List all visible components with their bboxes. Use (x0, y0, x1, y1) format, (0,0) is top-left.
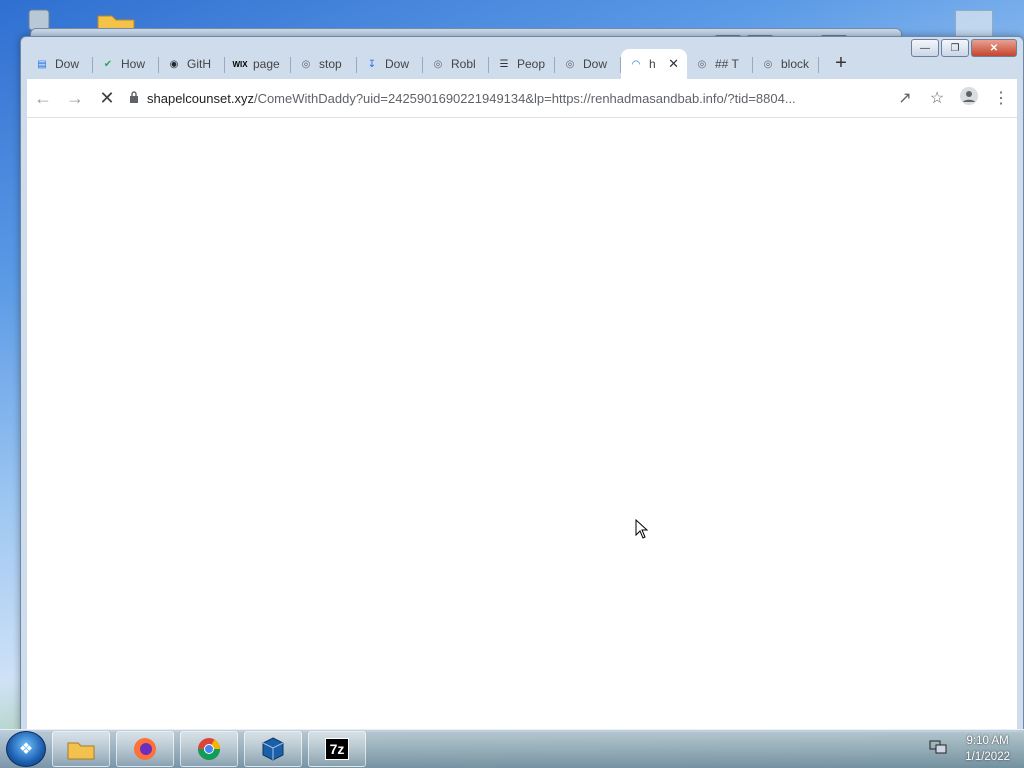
tab-7[interactable]: ◎ Robl (423, 49, 489, 79)
bookmark-button[interactable]: ☆ (921, 82, 953, 114)
globe-icon: ◎ (763, 58, 773, 70)
tab-title: Dow (55, 57, 80, 71)
tab-strip: ▤ Dow ✔ How ◉ GitH WIX page ◎ stop ↧ Dow ◎ Robl ☰ Peop ◎… (27, 45, 963, 79)
people-icon: ☰ (499, 58, 509, 70)
mouse-cursor-icon (635, 519, 649, 539)
menu-button[interactable]: ⋮ (985, 82, 1017, 114)
tab-title: GitH (187, 57, 211, 71)
system-tray: 9:10 AM 1/1/2022 (929, 730, 1024, 768)
close-button[interactable]: ✕ (971, 39, 1017, 57)
windows-logo-icon: ❖ (18, 741, 34, 758)
back-arrow-icon: ← (34, 87, 52, 108)
profile-button[interactable] (953, 82, 985, 114)
download-icon: ↧ (367, 58, 377, 70)
browser-window: — ❐ ✕ ▤ Dow ✔ How ◉ GitH WIX page ◎ stop ↧ Dow ◎ Robl… (20, 36, 1024, 733)
tab-title: Dow (583, 57, 608, 71)
tab-title: How (121, 57, 146, 71)
close-icon: ✕ (989, 42, 999, 54)
forward-arrow-icon: → (66, 87, 84, 108)
taskbar-file-explorer[interactable] (52, 731, 110, 767)
tab-title: ## T (715, 57, 739, 71)
tab-title: Robl (451, 57, 476, 71)
taskbar-virtualbox[interactable] (244, 731, 302, 767)
tab-3[interactable]: ◉ GitH (159, 49, 225, 79)
firefox-icon (134, 738, 156, 760)
clock-date: 1/1/2022 (965, 751, 1010, 763)
tab-4[interactable]: WIX page (225, 49, 291, 79)
tab-title: h (649, 57, 656, 71)
start-button[interactable]: ❖ (6, 731, 46, 767)
taskbar: ❖ 7z 9:10 AM 1/1/2022 (0, 729, 1024, 768)
7zip-icon: 7z (324, 738, 350, 760)
tab-8[interactable]: ☰ Peop (489, 49, 555, 79)
tab-11[interactable]: ◎ ## T (687, 49, 753, 79)
lock-icon[interactable] (129, 90, 139, 106)
tab-1[interactable]: ▤ Dow (27, 49, 93, 79)
address-bar[interactable]: shapelcounset.xyz/ComeWithDaddy?uid=2425… (123, 83, 889, 113)
clock-time: 9:10 AM (966, 735, 1009, 747)
back-button[interactable]: ← (27, 82, 59, 114)
globe-icon: ◎ (565, 58, 575, 70)
shield-check-icon: ✔ (103, 58, 113, 70)
virtualbox-icon (262, 737, 284, 761)
clock[interactable]: 9:10 AM 1/1/2022 (965, 733, 1010, 765)
taskbar-firefox[interactable] (116, 731, 174, 767)
chart-icon: ▤ (37, 58, 47, 70)
wix-icon: WIX (232, 59, 248, 69)
github-icon: ◉ (169, 58, 179, 70)
file-explorer-icon (67, 742, 95, 760)
loading-spinner-icon: ◠ (631, 58, 641, 70)
tab-title: Dow (385, 57, 410, 71)
network-icon[interactable] (929, 739, 947, 760)
profile-icon (960, 86, 978, 110)
kebab-menu-icon: ⋮ (993, 90, 1009, 107)
share-button[interactable]: ↗ (889, 82, 921, 114)
tab-title: Peop (517, 57, 546, 71)
star-icon: ☆ (929, 90, 945, 107)
url-path: /ComeWithDaddy?uid=2425901690221949134&l… (253, 90, 796, 106)
new-tab-button[interactable]: + (827, 49, 855, 77)
plus-icon: + (835, 51, 847, 74)
taskbar-7zip[interactable]: 7z (308, 731, 366, 767)
forward-button[interactable]: → (59, 82, 91, 114)
tab-9[interactable]: ◎ Dow (555, 49, 621, 79)
tab-title: block (781, 57, 810, 71)
stop-loading-button[interactable]: ✕ (91, 82, 123, 114)
tab-5[interactable]: ◎ stop (291, 49, 357, 79)
globe-icon: ◎ (301, 58, 311, 70)
url-host: shapelcounset.xyz (147, 90, 254, 106)
tab-close-icon[interactable]: ✕ (668, 56, 679, 72)
chrome-icon (198, 738, 220, 760)
share-icon: ↗ (898, 90, 912, 107)
globe-icon: ◎ (433, 58, 443, 70)
globe-icon: ◎ (697, 58, 707, 70)
stop-icon: ✕ (99, 87, 115, 108)
tab-title: stop (319, 57, 342, 71)
browser-toolbar: ← → ✕ shapelcounset.xyz/ComeWithDaddy?ui… (27, 79, 1017, 117)
tab-2[interactable]: ✔ How (93, 49, 159, 79)
tab-12[interactable]: ◎ block (753, 49, 819, 79)
tab-title: page (253, 57, 280, 71)
taskbar-chrome[interactable] (180, 731, 238, 767)
tab-6[interactable]: ↧ Dow (357, 49, 423, 79)
page-content[interactable] (27, 117, 1017, 732)
tab-10[interactable]: ◠ h ✕ (621, 49, 687, 79)
